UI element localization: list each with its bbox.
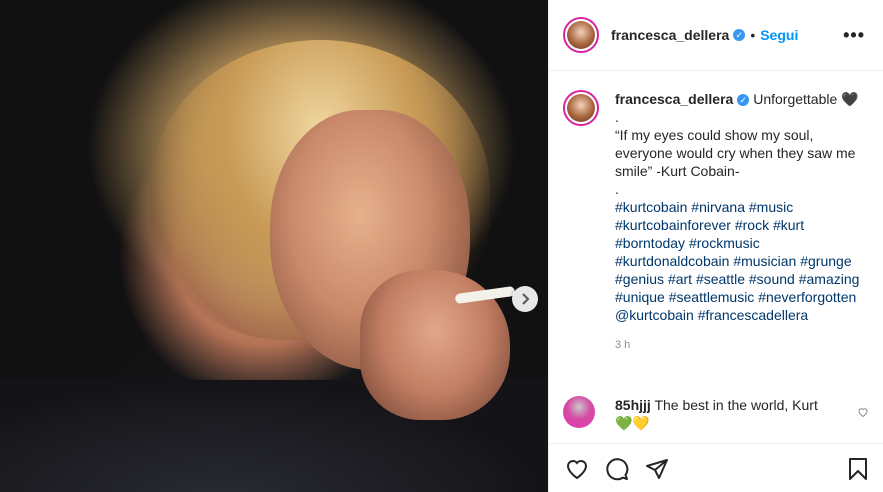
comment-item: 85hjjj The best in the world, Kurt 💚💛: [563, 396, 873, 432]
comment-body: The best in the world, Kurt: [654, 397, 818, 413]
caption-quote: “If my eyes could show my soul, everyone…: [615, 127, 856, 179]
comment-like-heart-icon[interactable]: [857, 406, 869, 418]
hashtag-link[interactable]: #kurtdonaldcobain: [615, 253, 729, 269]
hashtag-link[interactable]: #seattle: [696, 271, 745, 287]
hashtag-link[interactable]: #rock: [735, 217, 769, 233]
hashtag-link[interactable]: #music: [749, 199, 793, 215]
more-options-icon[interactable]: •••: [843, 25, 869, 46]
caption-username[interactable]: francesca_dellera: [615, 91, 733, 107]
post-image[interactable]: [0, 0, 548, 492]
hashtag-link[interactable]: #neverforgotten: [758, 289, 856, 305]
caption-avatar[interactable]: [563, 90, 599, 126]
hashtag-link[interactable]: #sound: [749, 271, 795, 287]
hashtag-link[interactable]: #seattlemusic: [669, 289, 755, 305]
hashtag-link[interactable]: #borntoday: [615, 235, 685, 251]
mention-link[interactable]: @kurtcobain: [615, 307, 694, 323]
post-sidebar: francesca_dellera ✓ • Segui ••• francesc…: [548, 0, 883, 492]
hashtag-link[interactable]: #unique: [615, 289, 665, 305]
caption-dot-1: .: [615, 109, 619, 125]
comment-bubble-icon[interactable]: [605, 457, 629, 481]
bookmark-icon[interactable]: [847, 457, 869, 481]
commenter-avatar[interactable]: [563, 396, 595, 428]
separator-dot: •: [750, 27, 756, 43]
chevron-right-icon: [522, 293, 530, 305]
caption-text: francesca_dellera ✓ Unforgettable 🖤 . “If…: [615, 90, 863, 354]
hashtag-link[interactable]: #nirvana: [691, 199, 745, 215]
follow-button[interactable]: Segui: [760, 27, 798, 43]
hashtag-list: #kurtcobain #nirvana #music #kurtcobainf…: [615, 199, 859, 323]
hashtag-link[interactable]: #amazing: [799, 271, 860, 287]
paper-plane-icon[interactable]: [645, 457, 669, 481]
comment-text: 85hjjj The best in the world, Kurt 💚💛: [615, 396, 835, 432]
author-avatar[interactable]: [563, 17, 599, 53]
verified-badge-icon: ✓: [733, 29, 746, 41]
caption-headline: Unforgettable 🖤: [753, 91, 859, 107]
post-header: francesca_dellera ✓ • Segui •••: [549, 0, 883, 71]
hashtag-link[interactable]: #kurt: [773, 217, 804, 233]
comment-emojis: 💚💛: [615, 415, 650, 431]
caption-block: francesca_dellera ✓ Unforgettable 🖤 . “If…: [563, 90, 863, 354]
author-username[interactable]: francesca_dellera: [611, 27, 729, 43]
hashtag-link[interactable]: #genius: [615, 271, 664, 287]
hashtag-link[interactable]: #musician: [733, 253, 796, 269]
hashtag-link[interactable]: #art: [668, 271, 692, 287]
hashtag-link[interactable]: #francescadellera: [698, 307, 809, 323]
hashtag-link[interactable]: #rockmusic: [689, 235, 760, 251]
heart-icon[interactable]: [565, 457, 589, 481]
caption-dot-2: .: [615, 181, 619, 197]
post-timestamp[interactable]: 3 h: [615, 336, 863, 354]
next-image-button[interactable]: [512, 286, 538, 312]
action-bar: [549, 443, 883, 492]
verified-badge-icon: ✓: [737, 94, 750, 107]
hashtag-link[interactable]: #kurtcobainforever: [615, 217, 731, 233]
hashtag-link[interactable]: #grunge: [800, 253, 851, 269]
commenter-username[interactable]: 85hjjj: [615, 397, 651, 413]
hashtag-link[interactable]: #kurtcobain: [615, 199, 687, 215]
